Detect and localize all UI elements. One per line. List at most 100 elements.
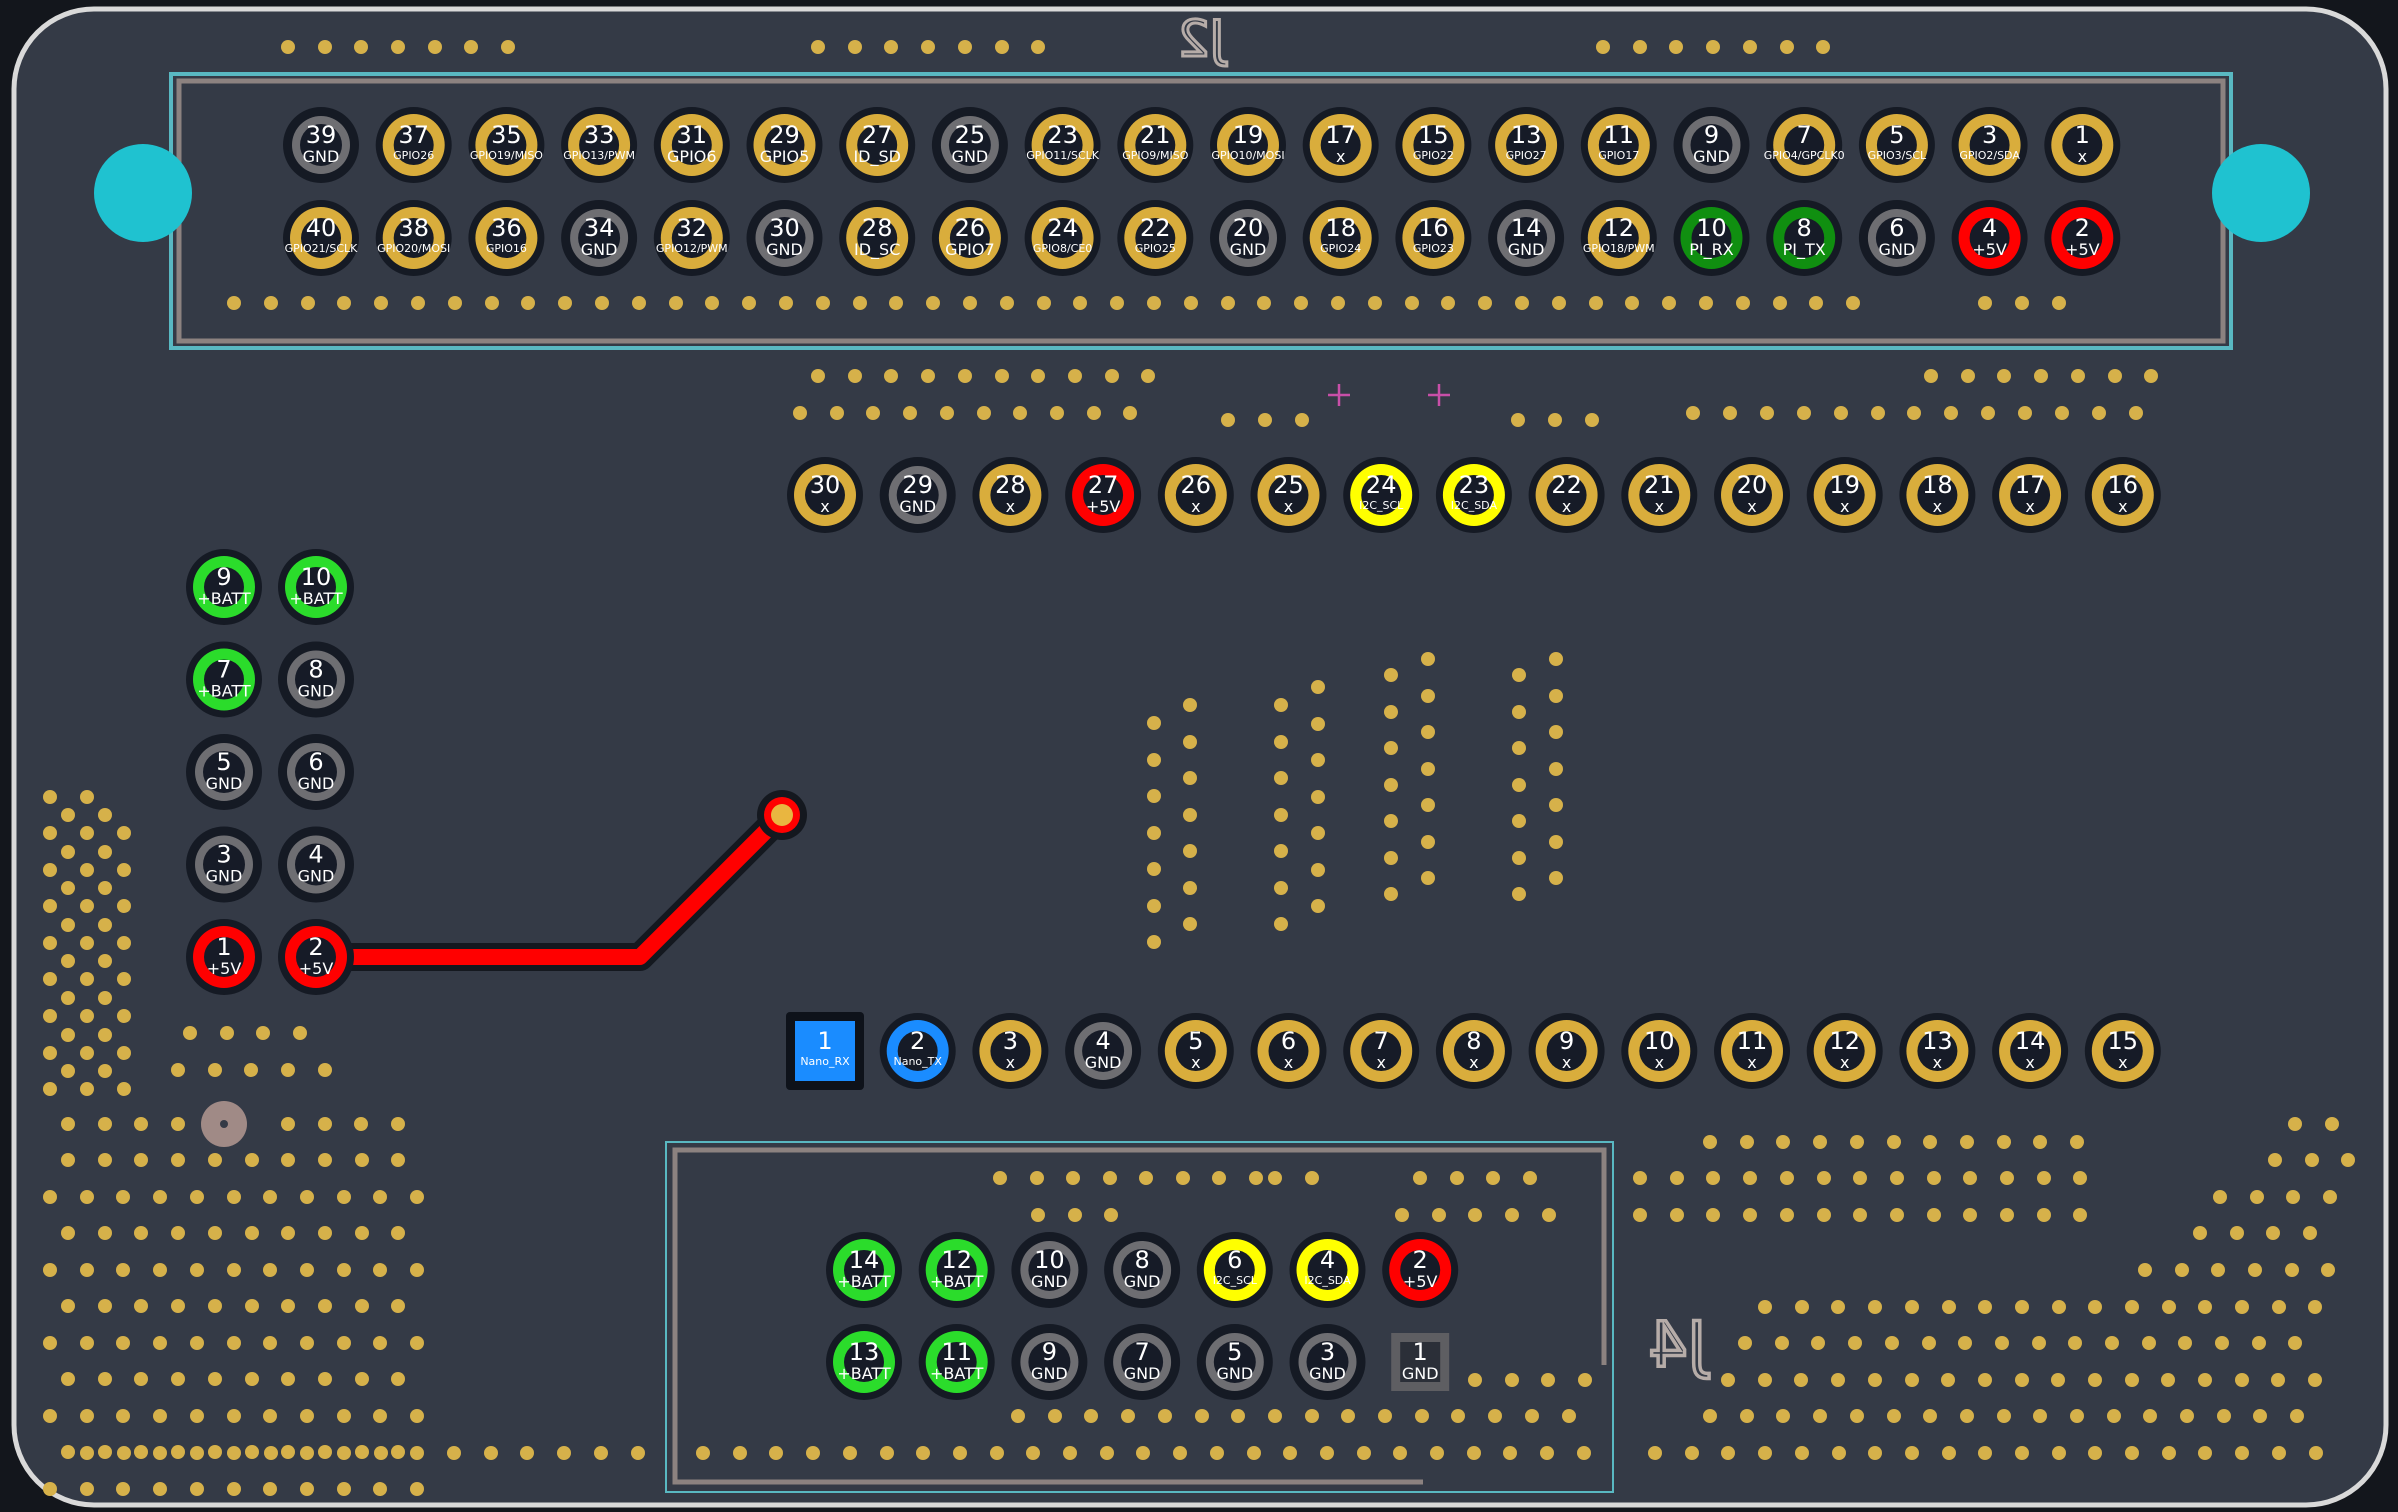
nano-pad-6[interactable]: 6x (1250, 1013, 1327, 1089)
nano-pad-8[interactable]: 8x (1435, 1013, 1512, 1089)
nano-pad-5[interactable]: 5x (1157, 1013, 1234, 1089)
nano-pad-23[interactable]: 23I2C_SDA (1435, 457, 1512, 533)
j2-pad-9[interactable]: 9GND (1673, 107, 1750, 183)
nano-pad-19[interactable]: 19x (1806, 457, 1883, 533)
power-pad-4[interactable]: 4GND (278, 826, 354, 903)
j2-pad-6[interactable]: 6GND (1858, 200, 1935, 276)
j4-pad-2[interactable]: 2+5V (1382, 1232, 1459, 1308)
j4-pad-6[interactable]: 6I2C_SCL (1196, 1232, 1273, 1308)
via (1210, 1446, 1224, 1460)
nano-pad-21[interactable]: 21x (1621, 457, 1698, 533)
j2-pad-33[interactable]: 33GPIO13/PWM (561, 107, 638, 183)
j2-pad-25[interactable]: 25GND (931, 107, 1008, 183)
nano-pad-22[interactable]: 22x (1528, 457, 1605, 533)
nano-pad-2[interactable]: 2Nano_TX (879, 1013, 956, 1089)
j4-pad-1[interactable]: 1GND (1391, 1333, 1450, 1391)
nano-pad-28[interactable]: 28x (972, 457, 1049, 533)
nano-pad-14[interactable]: 14x (1992, 1013, 2069, 1089)
j2-pad-34[interactable]: 34GND (561, 200, 638, 276)
nano-pad-17[interactable]: 17x (1992, 457, 2069, 533)
power-pad-3[interactable]: 3GND (186, 826, 262, 903)
j2-pad-28[interactable]: 28ID_SC (839, 200, 916, 276)
nano-pad-12[interactable]: 12x (1806, 1013, 1883, 1089)
via (391, 1117, 405, 1131)
j2-pad-27[interactable]: 27ID_SD (839, 107, 916, 183)
j2-pad-30[interactable]: 30GND (746, 200, 823, 276)
power-pad-1[interactable]: 1+5V (186, 919, 262, 995)
j4-pad-3[interactable]: 3GND (1289, 1324, 1366, 1400)
j2-pad-31[interactable]: 31GPIO6 (653, 107, 730, 183)
nano-pad-18[interactable]: 18x (1899, 457, 1976, 533)
nano-pad-30[interactable]: 30x (787, 457, 863, 533)
power-pad-7[interactable]: 7+BATT (186, 641, 262, 718)
j2-pad-12[interactable]: 12GPIO18/PWM (1580, 200, 1657, 276)
j2-pad-29[interactable]: 29GPIO5 (746, 107, 823, 183)
nano-pad-9[interactable]: 9x (1528, 1013, 1605, 1089)
j2-pad-40[interactable]: 40GPIO21/SCLK (283, 200, 359, 276)
j2-pad-37[interactable]: 37GPIO26 (375, 107, 452, 183)
nano-pad-29[interactable]: 29GND (879, 457, 956, 533)
j2-pad-36[interactable]: 36GPIO16 (468, 200, 545, 276)
nano-pad-20[interactable]: 20x (1714, 457, 1790, 533)
j2-pad-16[interactable]: 16GPIO23 (1395, 200, 1472, 276)
j2-pad-24[interactable]: 24GPIO8/CE0 (1024, 200, 1101, 276)
pcb-layout-view[interactable]: J2 J4 39GND37GPIO2635GPIO19/MISO33GPIO13… (0, 0, 2398, 1512)
j2-pad-20[interactable]: 20GND (1210, 200, 1286, 276)
j2-pad-10[interactable]: 10PI_RX (1673, 200, 1750, 276)
j4-pad-13[interactable]: 13+BATT (826, 1324, 902, 1400)
j4-pad-9[interactable]: 9GND (1011, 1324, 1088, 1400)
j2-pad-3[interactable]: 3GPIO2/SDA (1951, 107, 2028, 183)
j4-pad-12[interactable]: 12+BATT (918, 1232, 995, 1308)
j4-pad-11[interactable]: 11+BATT (918, 1324, 995, 1400)
power-pad-6[interactable]: 6GND (278, 734, 354, 810)
nano-pad-13[interactable]: 13x (1899, 1013, 1976, 1089)
j2-pad-18[interactable]: 18GPIO24 (1302, 200, 1379, 276)
j4-pad-14[interactable]: 14+BATT (826, 1232, 902, 1308)
j2-pad-35[interactable]: 35GPIO19/MISO (468, 107, 545, 183)
power-pad-5[interactable]: 5GND (186, 734, 262, 810)
power-pad-10[interactable]: 10+BATT (278, 549, 354, 625)
power-pad-2[interactable]: 2+5V (278, 919, 354, 995)
via (1158, 1409, 1172, 1423)
j2-pad-5[interactable]: 5GPIO3/SCL (1858, 107, 1935, 183)
j2-pad-8[interactable]: 8PI_TX (1766, 200, 1843, 276)
j2-pad-15[interactable]: 15GPIO22 (1395, 107, 1472, 183)
nano-pad-4[interactable]: 4GND (1065, 1013, 1142, 1089)
nano-pad-24[interactable]: 24I2C_SCL (1343, 457, 1420, 533)
j4-pad-10[interactable]: 10GND (1011, 1232, 1088, 1308)
j4-pad-5[interactable]: 5GND (1196, 1324, 1273, 1400)
j2-pad-38[interactable]: 38GPIO20/MOSI (375, 200, 452, 276)
nano-pad-15[interactable]: 15x (2084, 1013, 2161, 1089)
j4-pad-4[interactable]: 4I2C_SDA (1289, 1232, 1366, 1308)
nano-pad-25[interactable]: 25x (1250, 457, 1327, 533)
j2-pad-32[interactable]: 32GPIO12/PWM (653, 200, 730, 276)
j2-pad-1[interactable]: 1x (2044, 107, 2121, 183)
nano-pad-11[interactable]: 11x (1714, 1013, 1790, 1089)
j2-pad-26[interactable]: 26GPIO7 (931, 200, 1008, 276)
j2-pad-11[interactable]: 11GPIO17 (1580, 107, 1657, 183)
nano-pad-7[interactable]: 7x (1343, 1013, 1420, 1089)
nano-pad-10[interactable]: 10x (1621, 1013, 1698, 1089)
j2-pad-19[interactable]: 19GPIO10/MOSI (1210, 107, 1286, 183)
nano-pad-26[interactable]: 26x (1157, 457, 1234, 533)
nano-pad-27[interactable]: 27+5V (1065, 457, 1142, 533)
j2-pad-2[interactable]: 2+5V (2044, 200, 2121, 276)
j2-pad-23[interactable]: 23GPIO11/SCLK (1024, 107, 1101, 183)
via (1384, 851, 1398, 865)
via (410, 1190, 424, 1204)
nano-pad-1[interactable]: 1Nano_RX (786, 1012, 864, 1090)
via (1670, 1171, 1684, 1185)
j2-pad-21[interactable]: 21GPIO9/MISO (1117, 107, 1194, 183)
j2-pad-14[interactable]: 14GND (1488, 200, 1565, 276)
j4-pad-8[interactable]: 8GND (1104, 1232, 1181, 1308)
j4-pad-7[interactable]: 7GND (1104, 1324, 1181, 1400)
j2-pad-17[interactable]: 17x (1302, 107, 1379, 183)
power-pad-8[interactable]: 8GND (278, 641, 354, 718)
j2-pad-39[interactable]: 39GND (283, 107, 359, 183)
nano-pad-3[interactable]: 3x (972, 1013, 1049, 1089)
nano-pad-16[interactable]: 16x (2084, 457, 2161, 533)
j2-pad-22[interactable]: 22GPIO25 (1117, 200, 1194, 276)
j2-pad-13[interactable]: 13GPIO27 (1488, 107, 1565, 183)
power-pad-9[interactable]: 9+BATT (186, 549, 262, 625)
j2-pad-4[interactable]: 4+5V (1951, 200, 2028, 276)
